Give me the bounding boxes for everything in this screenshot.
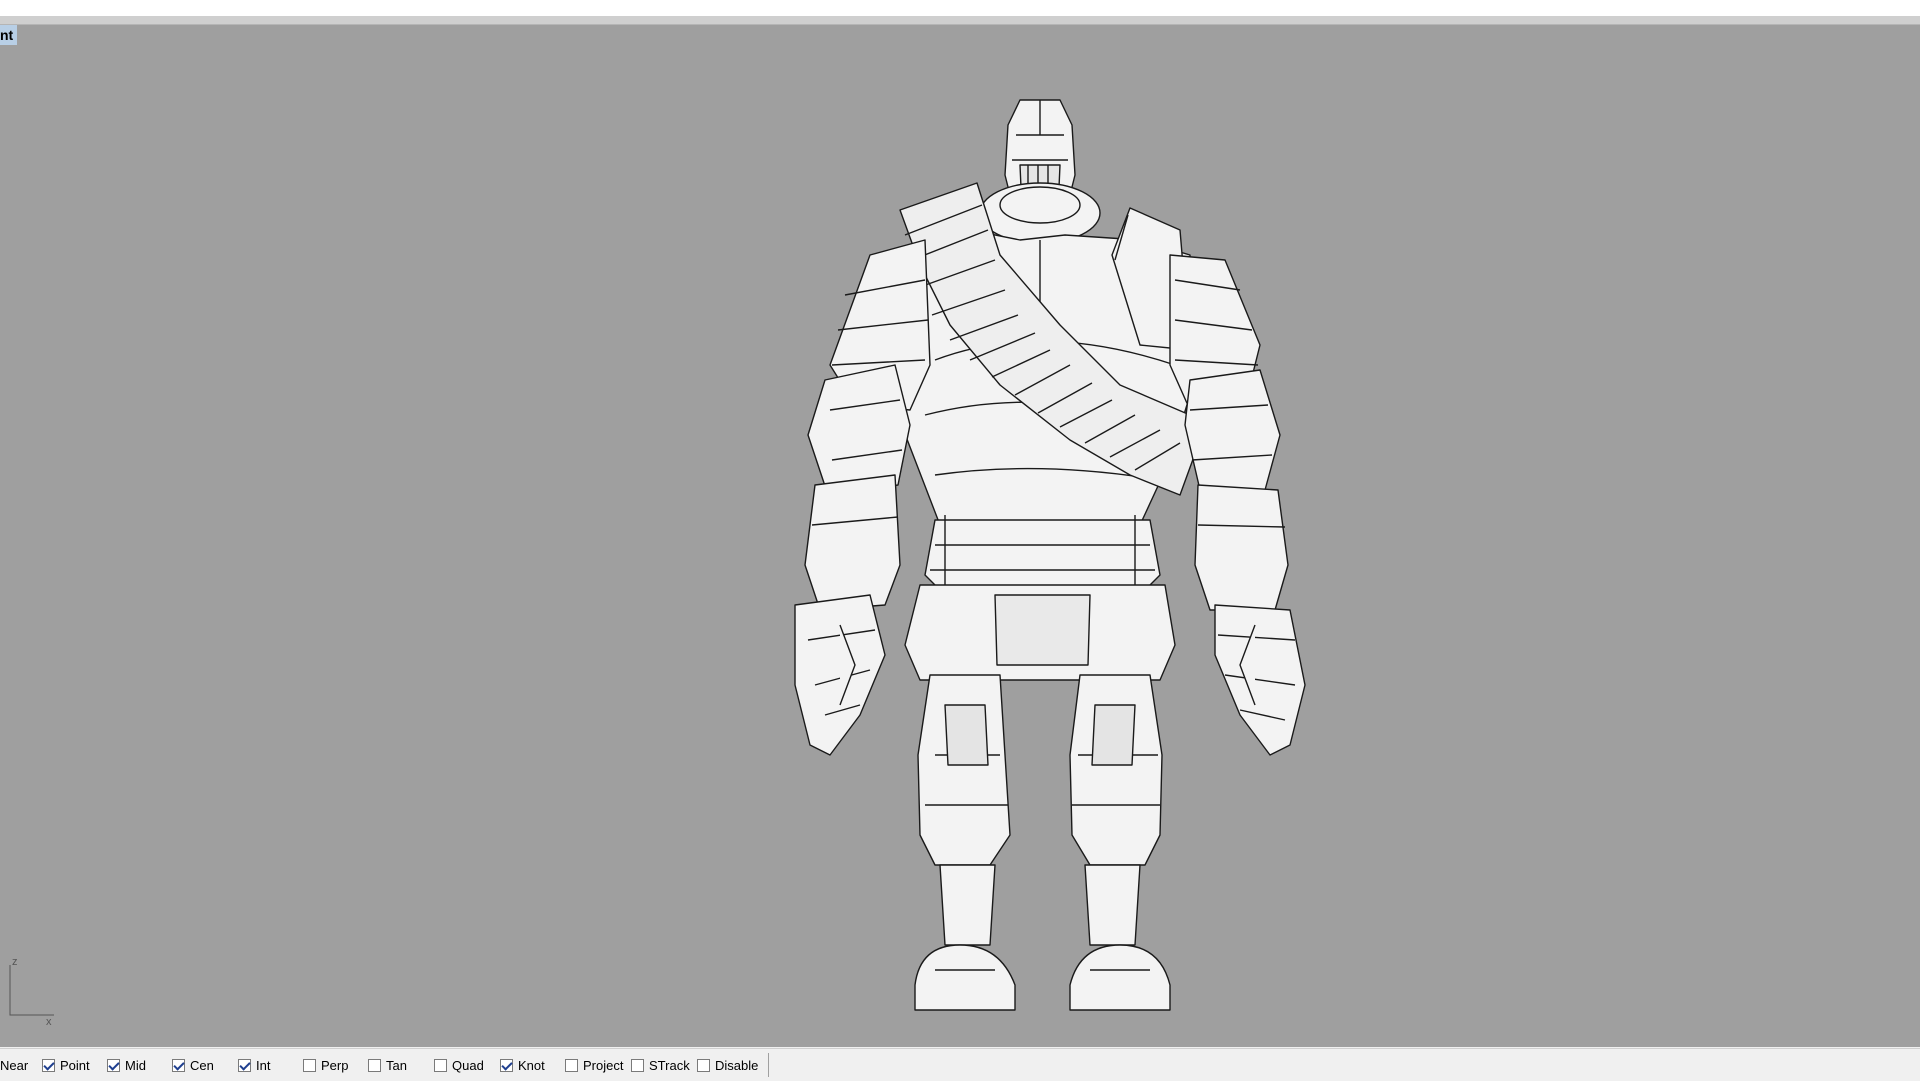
osnap-disable[interactable]: Disable bbox=[697, 1056, 758, 1074]
osnap-strack-checkbox[interactable] bbox=[631, 1058, 644, 1072]
osnap-knot-checkbox[interactable] bbox=[500, 1058, 513, 1072]
osnap-separator bbox=[768, 1053, 769, 1077]
viewport-label[interactable]: nt bbox=[0, 25, 18, 45]
robot-model-render[interactable] bbox=[720, 65, 1380, 1045]
front-viewport[interactable]: nt z x bbox=[0, 25, 1920, 1047]
osnap-near[interactable]: Near bbox=[0, 1056, 28, 1074]
osnap-cen[interactable]: Cen bbox=[172, 1056, 214, 1074]
osnap-tan[interactable]: Tan bbox=[368, 1056, 407, 1074]
osnap-disable-checkbox[interactable] bbox=[697, 1058, 710, 1072]
axis-x-label: x bbox=[46, 1016, 52, 1028]
osnap-toolbar: Near Point Mid Cen Int Perp Tan Quad Kno… bbox=[0, 1048, 1920, 1081]
osnap-perp[interactable]: Perp bbox=[303, 1056, 348, 1074]
osnap-quad-checkbox[interactable] bbox=[434, 1058, 447, 1072]
osnap-perp-checkbox[interactable] bbox=[303, 1058, 316, 1072]
osnap-int-checkbox[interactable] bbox=[238, 1058, 251, 1072]
world-axis-indicator: z x bbox=[8, 955, 68, 1035]
window-top-strip bbox=[0, 0, 1920, 16]
osnap-point[interactable]: Point bbox=[42, 1056, 90, 1074]
osnap-cen-checkbox[interactable] bbox=[172, 1058, 185, 1072]
osnap-tan-checkbox[interactable] bbox=[368, 1058, 381, 1072]
robot-model-svg bbox=[794, 99, 1306, 1011]
osnap-project-checkbox[interactable] bbox=[565, 1058, 578, 1072]
osnap-mid[interactable]: Mid bbox=[107, 1056, 146, 1074]
osnap-project[interactable]: Project bbox=[565, 1056, 623, 1074]
viewport-title-bar bbox=[0, 16, 1920, 25]
osnap-int[interactable]: Int bbox=[238, 1056, 270, 1074]
osnap-mid-checkbox[interactable] bbox=[107, 1058, 120, 1072]
osnap-point-checkbox[interactable] bbox=[42, 1058, 55, 1072]
osnap-knot[interactable]: Knot bbox=[500, 1056, 545, 1074]
osnap-strack[interactable]: STrack bbox=[631, 1056, 690, 1074]
osnap-quad[interactable]: Quad bbox=[434, 1056, 484, 1074]
axis-z-label: z bbox=[12, 956, 18, 968]
